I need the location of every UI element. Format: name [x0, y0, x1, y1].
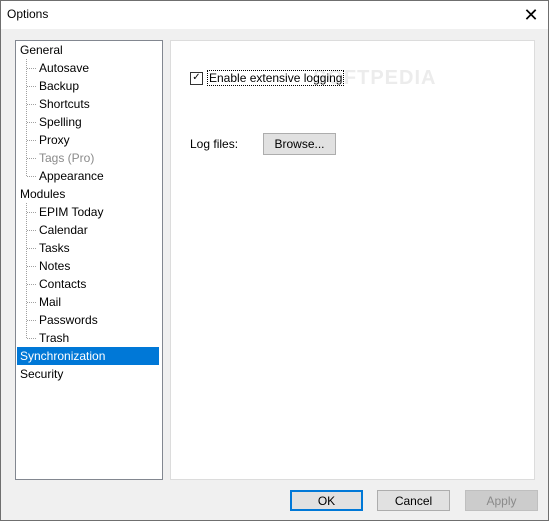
tree-item-autosave[interactable]: Autosave	[39, 59, 89, 77]
tree-connector	[27, 284, 36, 285]
tree-item-synchronization[interactable]: Synchronization	[17, 347, 159, 365]
tree-item-shortcuts[interactable]: Shortcuts	[39, 95, 90, 113]
tree-connector	[27, 68, 36, 69]
tree-item-trash[interactable]: Trash	[39, 329, 69, 347]
extensive-logging-option[interactable]: ✓ Enable extensive logging	[190, 70, 345, 86]
window-title: Options	[7, 7, 49, 21]
tree-item-tags-pro: Tags (Pro)	[39, 151, 95, 165]
tree-item-general[interactable]: General	[20, 41, 63, 59]
tree-connector	[27, 338, 36, 339]
tree-item-mail[interactable]: Mail	[39, 293, 61, 311]
tree-connector	[27, 266, 36, 267]
extensive-logging-label[interactable]: Enable extensive logging	[207, 70, 345, 86]
tree-connector	[27, 122, 36, 123]
tree-item-calendar[interactable]: Calendar	[39, 221, 88, 239]
tree-item-notes[interactable]: Notes	[39, 257, 70, 275]
tree-connector	[27, 140, 36, 141]
tree-connector	[27, 158, 36, 159]
ok-button[interactable]: OK	[290, 490, 363, 511]
tree-item-tasks[interactable]: Tasks	[39, 239, 70, 257]
tree-connector	[27, 104, 36, 105]
tree-connector	[27, 212, 36, 213]
tree-item-security[interactable]: Security	[20, 365, 63, 383]
tree-item-backup[interactable]: Backup	[39, 77, 79, 95]
close-icon[interactable]: ✕	[514, 1, 548, 29]
options-dialog: Options ✕ General Autosave Backup Shortcuts…	[0, 0, 549, 521]
cancel-button[interactable]: Cancel	[377, 490, 450, 511]
browse-button[interactable]: Browse...	[263, 133, 336, 155]
log-files-label: Log files:	[190, 137, 239, 151]
tree-connector	[26, 203, 27, 338]
tree-connector	[27, 230, 36, 231]
tree-connector	[27, 248, 36, 249]
tree-item-proxy[interactable]: Proxy	[39, 131, 70, 149]
tree-item-appearance[interactable]: Appearance	[39, 167, 104, 185]
title-bar: Options ✕	[1, 1, 548, 29]
apply-button: Apply	[465, 490, 538, 511]
tree-item-modules[interactable]: Modules	[20, 185, 65, 203]
options-tree[interactable]: General Autosave Backup Shortcuts Spelling Pr…	[15, 40, 163, 480]
tree-connector	[27, 176, 36, 177]
tree-item-contacts[interactable]: Contacts	[39, 275, 86, 293]
tree-connector	[27, 86, 36, 87]
tree-item-spelling[interactable]: Spelling	[39, 113, 82, 131]
tree-item-epim-today[interactable]: EPIM Today	[39, 203, 103, 221]
settings-panel: SOFTPEDIA ✓ Enable extensive logging Log…	[170, 40, 535, 480]
tree-connector	[27, 320, 36, 321]
extensive-logging-checkbox[interactable]: ✓	[190, 71, 203, 85]
tree-connector	[27, 302, 36, 303]
tree-item-passwords[interactable]: Passwords	[39, 311, 98, 329]
